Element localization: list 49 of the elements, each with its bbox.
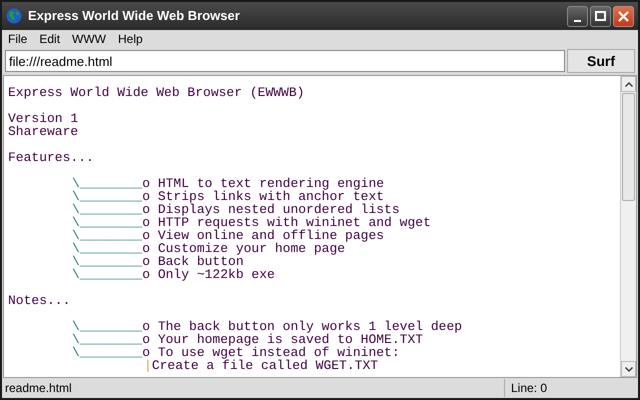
maximize-button[interactable] — [590, 6, 611, 26]
list-item-text: o Back button — [142, 255, 244, 268]
list-item-text: o To use wget instead of wininet: — [142, 346, 400, 359]
tree-branch: \________ — [72, 242, 142, 255]
document-line: Shareware — [8, 125, 80, 138]
scroll-up-button[interactable] — [621, 76, 636, 92]
scrollbar-thumb[interactable] — [622, 93, 635, 201]
list-item-text: o Displays nested unordered lists — [142, 203, 400, 216]
menu-item[interactable]: WWW — [72, 30, 106, 48]
list-item-text: o The back button only works 1 level deep — [142, 320, 462, 333]
list-item-text: o Your homepage is saved to HOME.TXT — [142, 333, 424, 346]
status-line: Line: 0 — [510, 380, 548, 397]
address-field[interactable]: file:///readme.html — [5, 50, 565, 72]
tree-branch: \________ — [72, 229, 142, 242]
list-item-text: o Customize your home page — [142, 242, 346, 255]
tree-branch: \________ — [72, 255, 142, 268]
tree-branch: \________ — [72, 203, 142, 216]
document-line: Features... — [8, 151, 95, 164]
tree-branch: | — [144, 359, 152, 372]
document-line: Notes... — [8, 294, 72, 307]
document-line: Express World Wide Web Browser (EWWWB) — [8, 86, 306, 99]
list-item-text: Create a file called WGET.TXT — [152, 359, 378, 372]
menu-item[interactable]: File — [8, 30, 28, 48]
close-icon — [618, 10, 629, 22]
scroll-down-button[interactable] — [621, 361, 636, 377]
list-item-text: o HTTP requests with wininet and wget — [142, 216, 431, 229]
menu-item[interactable]: Edit — [39, 30, 60, 48]
tree-branch: \________ — [72, 268, 142, 281]
tree-branch: \________ — [72, 346, 142, 359]
window-title: Express World Wide Web Browser — [28, 7, 241, 26]
document-line: Version 1 — [8, 112, 80, 125]
tree-branch: \________ — [72, 190, 142, 203]
status-file: readme.html — [2, 379, 505, 397]
tree-branch: \________ — [72, 333, 142, 346]
list-item-text: o HTML to text rendering engine — [142, 177, 384, 190]
globe-icon — [6, 8, 22, 24]
close-button[interactable] — [613, 6, 634, 26]
surf-button[interactable]: Surf — [567, 49, 635, 73]
scrollbar[interactable] — [620, 76, 636, 377]
tree-branch: \________ — [72, 320, 142, 333]
tree-branch: \________ — [72, 216, 142, 229]
minimize-button[interactable] — [567, 6, 588, 26]
list-item-text: o View online and offline pages — [142, 229, 384, 242]
tree-branch: \________ — [72, 177, 142, 190]
scroll-up-icon — [624, 82, 632, 86]
menu-item[interactable]: Help — [118, 30, 143, 48]
scroll-down-icon — [624, 366, 632, 372]
list-item-text: o Only ~122kb exe — [142, 268, 275, 281]
list-item-text: o Strips links with anchor text — [142, 190, 384, 203]
